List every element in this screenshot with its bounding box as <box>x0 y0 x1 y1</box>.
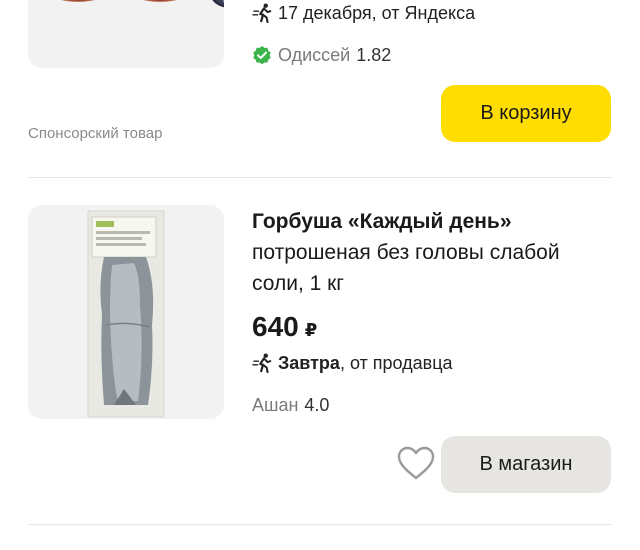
go-to-shop-button[interactable]: В магазин <box>441 436 611 493</box>
fish-package-image <box>87 210 165 418</box>
seller-info[interactable]: Ашан 4.0 <box>252 395 329 416</box>
product-price: 640 ₽ <box>252 311 317 343</box>
product-card-sponsored: 17 декабря, от Яндекса Одиссей 1.82 В ко… <box>0 0 640 178</box>
add-to-cart-button[interactable]: В корзину <box>441 85 611 142</box>
seller-info[interactable]: Одиссей 1.82 <box>252 44 391 66</box>
seller-name[interactable]: Ашан <box>252 395 298 416</box>
product-image[interactable] <box>28 0 224 68</box>
product-image[interactable] <box>28 205 224 419</box>
divider <box>28 524 612 525</box>
delivery-text: 17 декабря, от Яндекса <box>278 2 476 23</box>
heart-icon[interactable] <box>396 445 436 481</box>
running-person-icon <box>252 353 272 373</box>
seller-rating: 4.0 <box>304 395 330 415</box>
product-title[interactable]: Горбуша «Каждый день» потрошеная без гол… <box>252 206 612 299</box>
price-value: 640 <box>252 311 299 342</box>
product-card: Горбуша «Каждый день» потрошеная без гол… <box>0 178 640 524</box>
product-title-rest[interactable]: потрошеная без головы слабой соли, 1 кг <box>252 241 560 295</box>
seller-name[interactable]: Одиссей <box>278 45 350 66</box>
product-title-brand[interactable]: Горбуша «Каждый день» <box>252 210 512 233</box>
sponsored-label: Спонсорский товар <box>28 125 163 142</box>
can-lid-image <box>128 0 192 2</box>
delivery-day: Завтра <box>278 352 340 373</box>
running-person-icon <box>252 3 272 23</box>
currency-symbol: ₽ <box>304 320 318 340</box>
delivery-info: 17 декабря, от Яндекса <box>252 2 475 24</box>
delivery-source: , от продавца <box>339 352 453 373</box>
seller-rating: 1.82 <box>356 44 392 65</box>
can-lid-image <box>46 0 110 2</box>
delivery-info: Завтра , от продавца <box>252 351 453 375</box>
can-lid-image <box>210 0 224 8</box>
verified-badge-icon <box>253 46 271 65</box>
